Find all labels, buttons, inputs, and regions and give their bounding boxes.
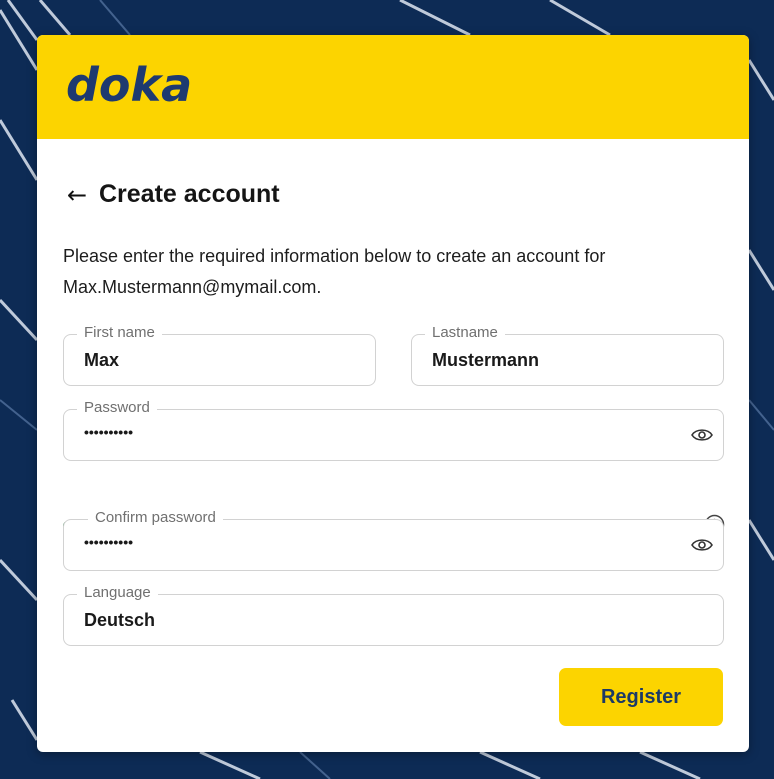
confirm-password-value[interactable]: ••••••••••: [84, 534, 133, 550]
title-row: ← Create account: [67, 180, 280, 209]
eye-icon[interactable]: [691, 537, 713, 553]
password-value[interactable]: ••••••••••: [84, 424, 133, 440]
page-title: Create account: [99, 180, 280, 208]
svg-text:doka: doka: [66, 61, 192, 109]
last-name-value[interactable]: Mustermann: [432, 350, 539, 371]
eye-icon[interactable]: [691, 427, 713, 443]
password-field[interactable]: Password ••••••••••: [63, 399, 724, 461]
register-dialog: doka ← Create account Please enter the r…: [37, 35, 749, 752]
password-label: Password: [77, 399, 157, 417]
first-name-label: First name: [77, 324, 162, 342]
register-button[interactable]: Register: [559, 668, 723, 726]
first-name-value[interactable]: Max: [84, 350, 119, 371]
last-name-field[interactable]: Lastname Mustermann: [411, 324, 724, 386]
last-name-label: Lastname: [425, 324, 505, 342]
doka-logo: doka: [66, 61, 192, 109]
confirm-password-field[interactable]: Confirm password ••••••••••: [63, 509, 724, 571]
page-description: Please enter the required information be…: [63, 246, 606, 297]
language-select[interactable]: Language Deutsch: [63, 584, 724, 646]
brand-header: doka: [37, 35, 749, 139]
first-name-field[interactable]: First name Max: [63, 324, 376, 386]
language-value[interactable]: Deutsch: [84, 610, 155, 631]
arrow-left-icon[interactable]: ←: [67, 183, 99, 207]
language-label: Language: [77, 584, 158, 602]
confirm-password-label: Confirm password: [88, 509, 223, 527]
